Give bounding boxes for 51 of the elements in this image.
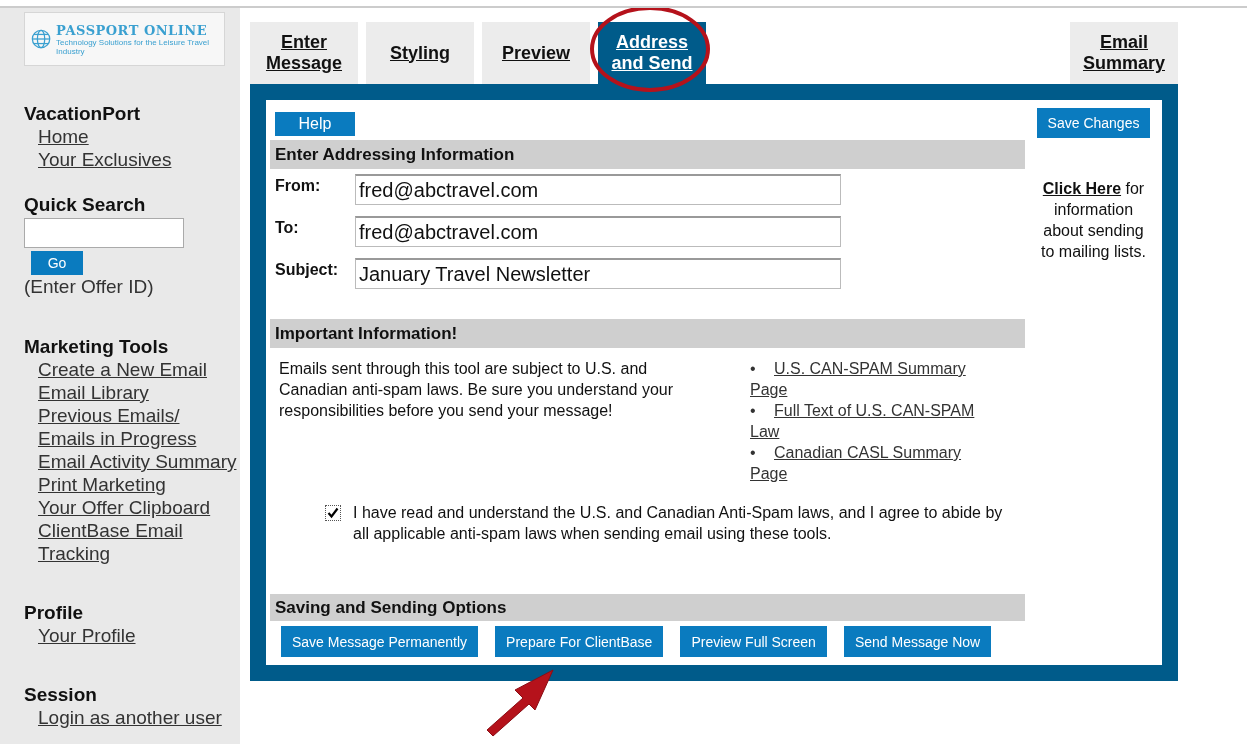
tab[interactable]: Enter Message	[250, 22, 358, 84]
mailing-list-info: Click Here for information about sending to mailing lists.	[1040, 179, 1147, 262]
search-field[interactable]	[24, 218, 184, 248]
tab[interactable]: Address and Send	[598, 22, 706, 84]
checkbox[interactable]	[325, 505, 341, 521]
input-field[interactable]: January Travel Newsletter	[355, 258, 841, 289]
notice-text: Emails sent through this tool are subject to U.S. and Canadian anti-spam laws. Be sure you understand your responsibilities before you send your message!	[279, 359, 674, 421]
field-label: To:	[275, 218, 300, 237]
tab[interactable]: Preview	[482, 22, 590, 84]
tab[interactable]: Styling	[366, 22, 474, 84]
annotation-arrow	[486, 669, 554, 737]
sidebar-link[interactable]: Previous Emails/ Emails in Progress	[38, 404, 238, 450]
sidebar-heading: Marketing Tools	[24, 335, 169, 358]
info-link[interactable]: • U.S. CAN-SPAM Summary Page	[750, 358, 995, 400]
action-button[interactable]: Preview Full Screen	[680, 626, 827, 657]
sidebar-heading: Quick Search	[24, 193, 146, 216]
sidebar-link[interactable]: Login as another user	[38, 706, 222, 729]
sidebar-link[interactable]: Home	[38, 125, 89, 148]
search-hint: (Enter Offer ID)	[24, 275, 154, 299]
sidebar-link[interactable]: Create a New Email	[38, 358, 207, 381]
logo-tagline: Technology Solutions for the Leisure Travel Industry	[56, 37, 211, 56]
section-header: Enter Addressing Information	[270, 140, 1025, 169]
field-label: From:	[275, 176, 322, 195]
save-changes-button[interactable]: Save Changes	[1036, 108, 1151, 138]
input-field[interactable]: fred@abctravel.com	[355, 174, 841, 205]
section-header: Saving and Sending Options	[270, 594, 1025, 621]
sidebar-heading: Session	[24, 683, 97, 706]
action-button[interactable]: Send Message Now	[843, 626, 992, 657]
input-field[interactable]: fred@abctravel.com	[355, 216, 841, 247]
action-button[interactable]: Save Message Permanently	[281, 626, 479, 657]
click-here-link[interactable]: Click Here	[1042, 180, 1122, 197]
info-link[interactable]: • Full Text of U.S. CAN-SPAM Law	[750, 400, 995, 442]
sidebar-heading: Profile	[24, 601, 84, 624]
globe-icon	[31, 28, 52, 50]
sidebar-link[interactable]: Your Exclusives	[38, 148, 172, 171]
sidebar-link[interactable]: Your Offer Clipboard	[38, 496, 211, 519]
sidebar-link[interactable]: Your Profile	[38, 624, 136, 647]
sidebar-heading: VacationPort	[24, 102, 141, 125]
sidebar-link[interactable]: ClientBase Email Tracking	[38, 519, 238, 565]
section-header: Important Information!	[270, 319, 1025, 348]
action-button[interactable]: Prepare For ClientBase	[495, 626, 664, 657]
sidebar-link[interactable]: Email Library	[38, 381, 149, 404]
tab[interactable]: Email Summary	[1070, 22, 1178, 84]
sidebar-link[interactable]: Print Marketing	[38, 473, 166, 496]
go-button[interactable]: Go	[31, 251, 83, 275]
help-button[interactable]: Help	[275, 112, 355, 136]
agreement-text: I have read and understand the U.S. and Canadian Anti-Spam laws, and I agree to abide by all applicable anti-spam laws when sending email using these tools.	[353, 503, 1004, 544]
logo-name: PASSPORT ONLINE	[56, 22, 209, 38]
info-link[interactable]: • Canadian CASL Summary Page	[750, 442, 995, 484]
field-label: Subject:	[275, 260, 340, 279]
sidebar-link[interactable]: Email Activity Summary	[38, 450, 237, 473]
